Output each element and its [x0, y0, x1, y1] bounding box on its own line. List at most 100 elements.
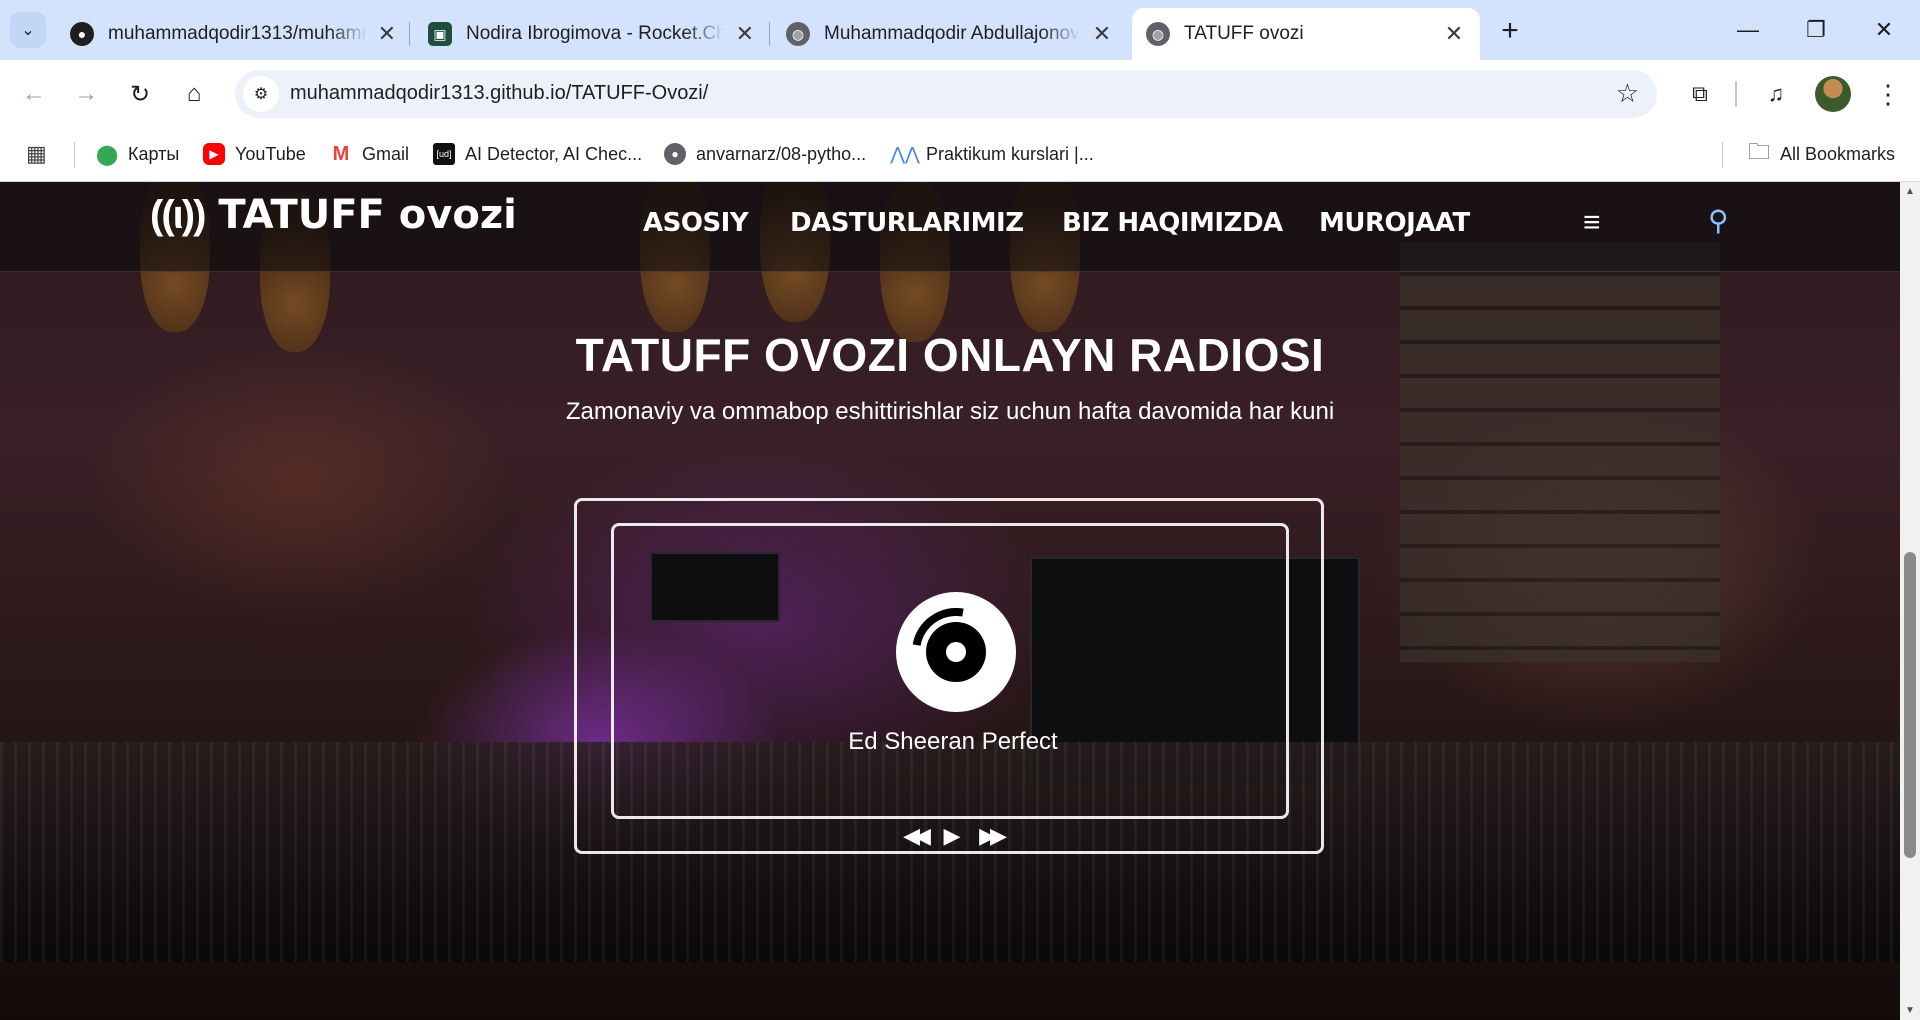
bookmark-ai-detector[interactable]: [ud] AI Detector, AI Chec... — [433, 140, 642, 168]
hero-subtitle: Zamonaviy va ommabop eshittirishlar siz … — [565, 398, 1335, 425]
all-bookmarks-label: All Bookmarks — [1780, 143, 1896, 164]
bookmark-label: Карты — [128, 143, 180, 164]
star-icon: ☆ — [1615, 78, 1639, 108]
apps-button[interactable]: ▦ — [26, 140, 47, 168]
all-bookmarks-button[interactable]: 🗀 All Bookmarks — [1748, 139, 1896, 168]
tab-search-button[interactable]: ⌄ — [10, 12, 46, 48]
scrollbar-thumb[interactable] — [1904, 552, 1916, 858]
player-controls: ◀◀ ▶ ▶▶ — [577, 823, 1327, 849]
bookmarks-divider — [1722, 142, 1723, 168]
nav-dasturlarimiz[interactable]: DASTURLARIMIZ — [790, 208, 1024, 238]
puzzle-icon: ⧉ — [1692, 81, 1708, 106]
bookmark-praktikum[interactable]: ⋀⋀ Praktikum kurslari |... — [890, 140, 1094, 168]
rack-decoration — [1400, 242, 1720, 662]
bookmark-maps[interactable]: ⬤ Карты — [96, 140, 179, 168]
song-title: Ed Sheeran Perfect — [848, 728, 1058, 755]
nav-murojaat[interactable]: MUROJAAT — [1319, 208, 1470, 238]
bookmark-label: anvarnarz/08-pytho... — [696, 143, 867, 164]
nav-asosiy[interactable]: ASOSIY — [643, 208, 749, 238]
minimize-button[interactable]: — — [1728, 12, 1768, 48]
tab-title: Muhammadqodir Abdullajonov — [824, 23, 1080, 44]
home-icon: ⌂ — [186, 80, 202, 107]
site-info-button[interactable]: ⚙ — [243, 76, 279, 112]
tab-tatuff-ovozi[interactable]: ◍ TATUFF ovozi ✕ — [1132, 8, 1480, 60]
reload-icon: ↻ — [129, 80, 151, 108]
bookmark-anvarnarz[interactable]: ● anvarnarz/08-pytho... — [664, 140, 866, 168]
close-icon[interactable]: ✕ — [734, 21, 756, 47]
tab-title: muhammadqodir1313/muhammadqodir1313.gith… — [108, 23, 368, 44]
tab-title: TATUFF ovozi — [1184, 23, 1304, 44]
chevron-down-icon: ⌄ — [21, 22, 35, 39]
bookmark-label: Praktikum kurslari |... — [926, 143, 1094, 164]
hero-title: TATUFF OVOZI ONLAYN RADIOSI — [575, 329, 1325, 381]
browser-toolbar: ← → ↻ ⌂ ⚙ muhammadqodir1313.github.io/TA… — [0, 60, 1920, 128]
page-scrollbar[interactable]: ▲ ▼ — [1900, 182, 1920, 1020]
apps-grid-icon: ▦ — [26, 141, 47, 166]
maps-icon: ⬤ — [95, 143, 119, 166]
home-button[interactable]: ⌂ — [176, 76, 212, 112]
close-icon: ✕ — [1874, 17, 1894, 42]
nav-biz-haqimizda[interactable]: BIZ HAQIMIZDA — [1062, 208, 1283, 238]
bookmark-gmail[interactable]: M Gmail — [330, 140, 409, 168]
search-icon[interactable]: ⚲ — [1708, 204, 1729, 237]
rewind-icon[interactable]: ◀◀ — [899, 823, 931, 849]
scroll-down-icon[interactable]: ▼ — [1905, 1005, 1915, 1016]
plus-icon: + — [1501, 14, 1519, 47]
praktikum-icon: ⋀⋀ — [890, 143, 920, 164]
radio-antenna-icon: ((ι)) — [150, 192, 206, 237]
tab-strip: ⌄ ● muhammadqodir1313/muhammadqodir1313.… — [0, 0, 1920, 60]
forward-button[interactable]: → — [68, 76, 104, 112]
tab-github[interactable]: ● muhammadqodir1313/muhammadqodir1313.gi… — [56, 8, 410, 60]
restore-button[interactable]: ❐ — [1796, 12, 1836, 48]
profile-avatar[interactable] — [1815, 76, 1851, 112]
bookmarks-bar: ▦ ⬤ Карты ▶ YouTube M Gmail [ud] AI Dete… — [0, 128, 1920, 182]
bookmark-star-button[interactable]: ☆ — [1616, 78, 1639, 109]
minimize-icon: — — [1737, 17, 1759, 42]
url-text[interactable]: muhammadqodir1313.github.io/TATUFF-Ovozi… — [290, 82, 708, 105]
media-queue-icon: ♫ — [1767, 81, 1785, 106]
back-button[interactable]: ← — [16, 76, 52, 112]
globe-icon: ◍ — [786, 22, 810, 46]
close-icon[interactable]: ✕ — [1090, 21, 1114, 47]
address-bar[interactable]: ⚙ muhammadqodir1313.github.io/TATUFF-Ovo… — [235, 70, 1657, 118]
close-icon[interactable]: ✕ — [378, 21, 396, 47]
bookmark-youtube[interactable]: ▶ YouTube — [203, 140, 306, 168]
site-logo[interactable]: ((ι)) TATUFF ovozi — [150, 192, 517, 238]
fast-forward-icon[interactable]: ▶▶ — [975, 823, 1007, 849]
bookmark-label: YouTube — [235, 143, 306, 164]
bookmark-label: Gmail — [362, 143, 410, 164]
tab-muhammadqodir[interactable]: ◍ Muhammadqodir Abdullajonov ✕ — [772, 8, 1128, 60]
close-icon[interactable]: ✕ — [1442, 21, 1466, 47]
reload-button[interactable]: ↻ — [122, 76, 158, 112]
tune-icon: ⚙ — [253, 86, 269, 103]
hamburger-menu-icon[interactable]: ≡ — [1583, 206, 1601, 240]
more-vertical-icon: ⋮ — [1875, 78, 1901, 109]
tab-rocketchat[interactable]: ▣ Nodira Ibrogimova - Rocket.Chat ✕ — [414, 8, 770, 60]
tab-title: Nodira Ibrogimova - Rocket.Chat — [466, 23, 724, 44]
tab-separator — [769, 22, 770, 46]
menu-button[interactable]: ⋮ — [1870, 74, 1906, 114]
extensions-button[interactable]: ⧉ — [1680, 74, 1720, 114]
github-icon: ● — [70, 22, 94, 46]
new-tab-button[interactable]: + — [1494, 14, 1526, 48]
arrow-left-icon: ← — [22, 80, 46, 107]
toolbar-divider — [1735, 81, 1737, 107]
scroll-up-icon[interactable]: ▲ — [1905, 186, 1915, 197]
tab-separator — [409, 22, 410, 46]
play-icon[interactable]: ▶ — [937, 823, 967, 849]
arrow-right-icon: → — [74, 80, 98, 107]
radio-player: Ed Sheeran Perfect ◀◀ ▶ ▶▶ — [574, 498, 1324, 854]
youtube-icon: ▶ — [203, 143, 225, 165]
site-header: ((ι)) TATUFF ovozi ASOSIY DASTURLARIMIZ … — [0, 182, 1900, 272]
bookmarks-divider — [74, 142, 75, 168]
github-icon: ● — [664, 143, 686, 165]
bookmark-label: AI Detector, AI Chec... — [465, 143, 643, 164]
ud-icon: [ud] — [433, 143, 455, 165]
page-viewport: ((ι)) TATUFF ovozi ASOSIY DASTURLARIMIZ … — [0, 182, 1920, 1020]
close-window-button[interactable]: ✕ — [1864, 12, 1904, 48]
restore-icon: ❐ — [1806, 17, 1826, 42]
gmail-icon: M — [332, 142, 350, 165]
media-controls-button[interactable]: ♫ — [1756, 74, 1796, 114]
disc-icon — [894, 590, 1018, 714]
rocketchat-icon: ▣ — [428, 22, 452, 46]
